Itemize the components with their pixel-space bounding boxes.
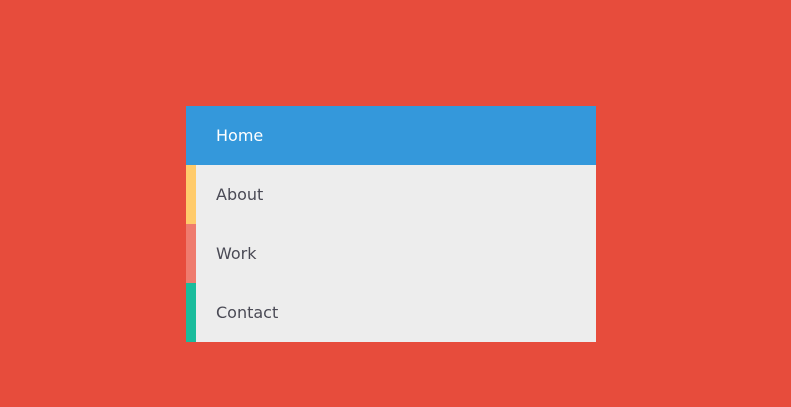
- menu-item-home[interactable]: Home: [186, 106, 596, 165]
- menu-item-contact[interactable]: Contact: [186, 283, 596, 342]
- menu-item-label-home: Home: [216, 125, 264, 145]
- menu-item-accent-work: [186, 224, 196, 283]
- menu-item-accent-contact: [186, 283, 196, 342]
- menu-item-label-about: About: [216, 184, 264, 204]
- menu-item-accent-about: [186, 165, 196, 224]
- menu-item-label-contact: Contact: [216, 302, 279, 322]
- page-background: Home About Work Contact: [0, 0, 791, 407]
- menu-item-work[interactable]: Work: [186, 224, 596, 283]
- menu-item-about[interactable]: About: [186, 165, 596, 224]
- menu-item-label-work: Work: [216, 243, 257, 263]
- navigation-menu: Home About Work Contact: [186, 106, 596, 342]
